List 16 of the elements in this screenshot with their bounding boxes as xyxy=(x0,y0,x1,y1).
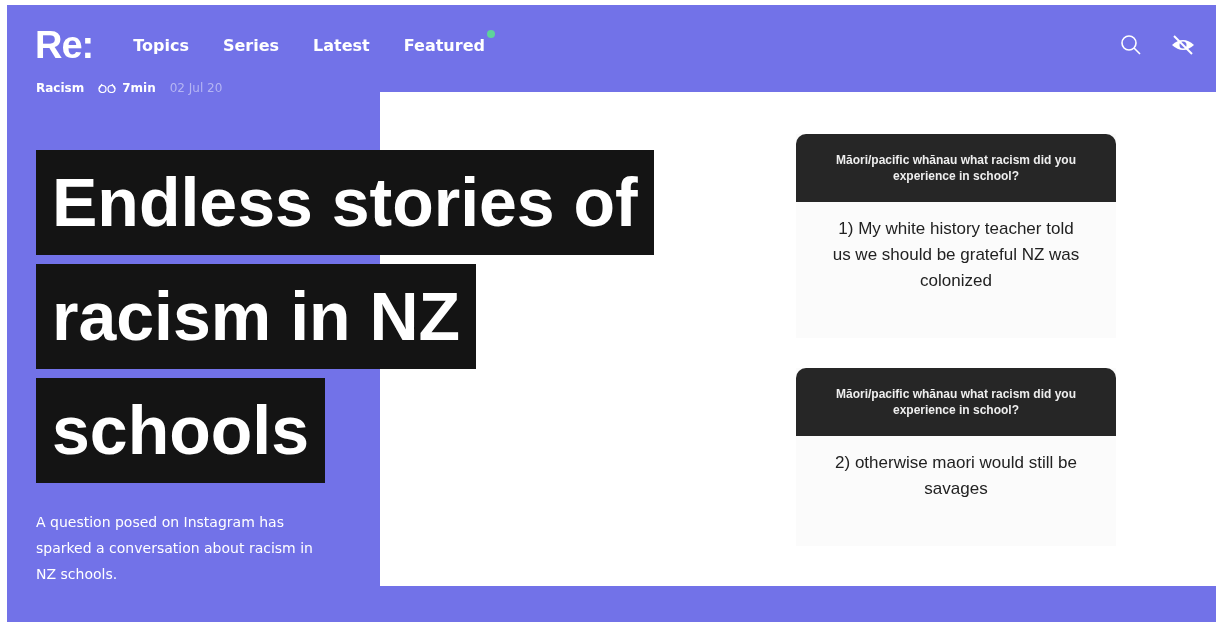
eye-slash-icon[interactable] xyxy=(1170,34,1196,56)
article-summary: A question posed on Instagram has sparked a conversation about racism in NZ schools. xyxy=(36,513,314,584)
answer-text: 1) My white history teacher told us we should be grateful NZ was colonized xyxy=(831,218,1081,292)
nav-link[interactable]: Topics xyxy=(133,35,189,55)
publish-date: 02 Jul 20 xyxy=(169,81,223,95)
question-sticker: Māori/pacific whānau what racism did you experience in school? xyxy=(796,134,1116,202)
nav-link[interactable]: Series xyxy=(222,35,280,55)
answer-text: 2) otherwise maori would still be savages xyxy=(834,452,1078,500)
logo[interactable]: Re: xyxy=(35,23,94,67)
glasses-icon xyxy=(98,83,117,93)
topic-tag[interactable]: Racism xyxy=(36,81,85,95)
search-icon[interactable] xyxy=(1120,34,1142,56)
question-sticker: Māori/pacific whānau what racism did you experience in school? xyxy=(796,368,1116,436)
nav-link[interactable]: Featured xyxy=(403,35,485,55)
nav-link[interactable]: Latest xyxy=(313,35,370,55)
read-time: 7min xyxy=(122,81,156,95)
